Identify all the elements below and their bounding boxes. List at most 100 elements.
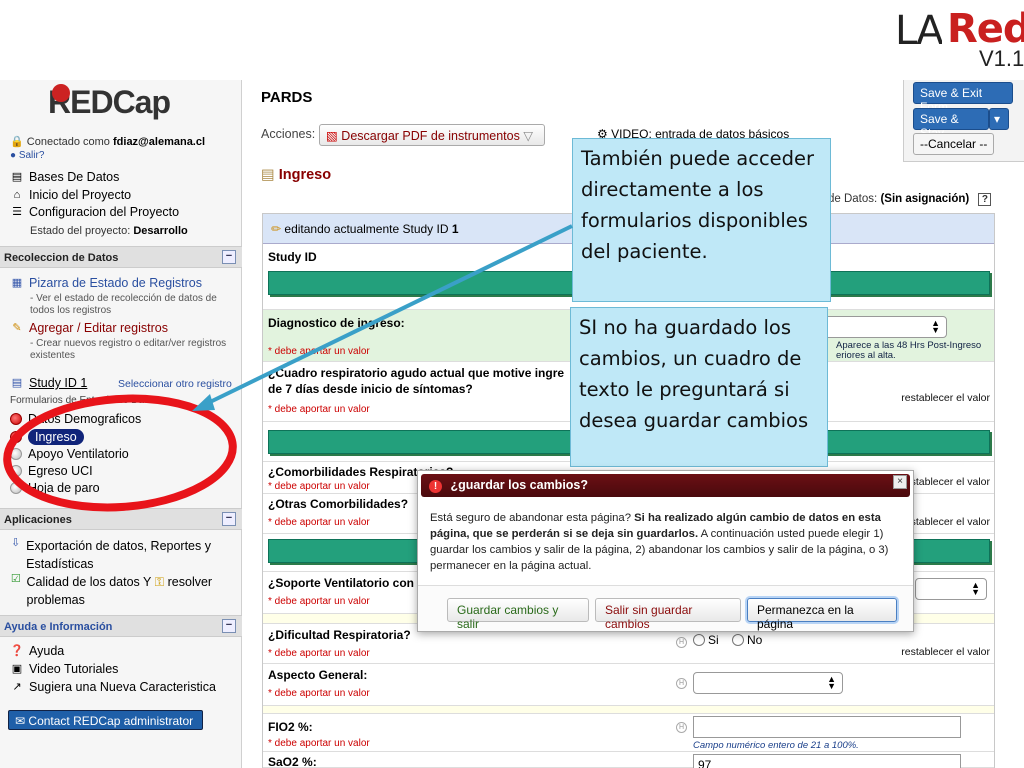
- field-label: de 7 días desde inicio de síntomas?: [268, 382, 473, 396]
- record-icon: ▤: [11, 377, 23, 389]
- stay-on-page-button[interactable]: Permanezca en la página: [747, 598, 897, 631]
- reset-value-link[interactable]: restablecer el valor: [901, 646, 990, 658]
- form-label: Datos Demograficos: [28, 412, 142, 426]
- required-note: * debe aportar un valor: [268, 688, 370, 699]
- form-title-label: Ingreso: [278, 167, 332, 183]
- editing-label: editando actualmente Study ID: [284, 222, 449, 236]
- form-label-active: Ingreso: [28, 429, 84, 445]
- field-label: FIO2 %:: [268, 720, 313, 734]
- sidebar-item-label: Exportación de datos, Reportes y Estadís…: [26, 539, 211, 571]
- reset-value-link[interactable]: restablecer el valor: [901, 516, 990, 528]
- film-icon: ▣: [11, 663, 23, 675]
- reset-value-link[interactable]: restablecer el valor: [901, 476, 990, 488]
- required-note: * debe aportar un valor: [268, 346, 370, 357]
- assignment-label: de Datos:: [828, 193, 878, 205]
- fio2-input[interactable]: [693, 716, 961, 738]
- bullet-icon: ●: [10, 150, 17, 161]
- history-icon[interactable]: H: [676, 678, 687, 689]
- required-note: * debe aportar un valor: [268, 481, 370, 492]
- radio-no[interactable]: [732, 634, 745, 646]
- select-other-record-link[interactable]: Seleccionar otro registro: [118, 378, 232, 390]
- sidebar-item-label: Sugiera una Nueva Caracteristica: [29, 680, 216, 694]
- sidebar-item-export[interactable]: ⇩ Exportación de datos, Reportes y Estad…: [10, 537, 230, 573]
- forms-label: Formularios de Entrada de Datos:: [10, 395, 161, 406]
- caret-down-icon: ▾: [994, 112, 1001, 126]
- status-incomplete-icon: [10, 431, 22, 443]
- pencil-icon: ✏: [271, 222, 282, 236]
- save-and-exit-button[interactable]: Guardar cambios y salir: [447, 598, 589, 631]
- history-icon[interactable]: H: [676, 722, 687, 733]
- radio-si-label: Si: [708, 633, 719, 647]
- select-arrows-icon: ▲ ▼: [931, 318, 940, 335]
- dialog-text-1: Está seguro de abandonar esta página?: [430, 512, 631, 524]
- lared-version: V1.1: [979, 46, 1024, 71]
- assignment-value: (Sin asignación): [880, 193, 970, 205]
- sidebar-item-videos[interactable]: ▣ Video Tutoriales: [10, 662, 119, 676]
- sidebar-item-project-home[interactable]: ⌂ Inicio del Proyecto: [10, 188, 131, 202]
- sidebar-item-add-edit[interactable]: ✎ Agregar / Editar registros: [10, 321, 168, 335]
- save-stay-button[interactable]: Save & Stay: [913, 108, 989, 140]
- pdf-icon: ▧: [326, 129, 338, 143]
- history-icon[interactable]: H: [676, 637, 687, 648]
- download-pdf-button[interactable]: ▧ Descargar PDF de instrumentos ▽: [319, 124, 545, 146]
- home-icon: ⌂: [13, 189, 21, 201]
- radio-no-label: No: [747, 633, 763, 647]
- database-icon: ▤: [11, 171, 23, 183]
- chevron-down-icon: ▽: [523, 129, 533, 143]
- diagnostico-select[interactable]: ▲ ▼: [823, 316, 947, 338]
- save-changes-dialog: ! ¿guardar los cambios? × Está seguro de…: [417, 470, 914, 632]
- sidebar-item-label: Video Tutoriales: [29, 662, 119, 676]
- save-exit-button[interactable]: Save & Exit Form: [913, 82, 1013, 114]
- aspecto-select[interactable]: ▲ ▼: [693, 672, 843, 694]
- sidebar-item-label: Configuracion del Proyecto: [29, 205, 180, 219]
- warning-icon: !: [429, 480, 442, 493]
- form-item-apoyo-ventilatorio[interactable]: Apoyo Ventilatorio: [10, 447, 129, 461]
- export-icon: ⇩: [10, 537, 21, 549]
- editing-id: 1: [451, 222, 459, 236]
- contact-admin-button[interactable]: ✉ Contact REDCap administrator: [8, 710, 203, 730]
- collapse-toggle-icon[interactable]: −: [222, 250, 236, 264]
- dashboard-description: - Ver el estado de recolección de datos …: [30, 293, 217, 316]
- dialog-header: ! ¿guardar los cambios?: [421, 474, 910, 497]
- sao2-input[interactable]: 97: [693, 754, 961, 768]
- exit-without-saving-button[interactable]: Salir sin guardar cambios: [595, 598, 741, 631]
- reset-value-link[interactable]: restablecer el valor: [901, 392, 990, 404]
- cancel-button[interactable]: --Cancelar --: [913, 133, 995, 155]
- save-panel: Save & Exit Form Save & Stay ▾ --Cancela…: [903, 80, 1024, 162]
- table-row: FIO2 %: * debe aportar un valor H Campo …: [263, 714, 994, 752]
- sidebar-item-databases[interactable]: ▤ Bases De Datos: [10, 170, 120, 184]
- connected-label: Conectado como: [26, 136, 110, 148]
- collapse-toggle-icon[interactable]: −: [222, 619, 236, 633]
- current-record[interactable]: ▤ Study ID 1: [10, 376, 88, 390]
- form-item-ingreso[interactable]: Ingreso: [10, 429, 84, 445]
- project-status: Estado del proyecto: Desarrollo: [30, 225, 188, 237]
- field-hint: Campo numérico entero de 21 a 100%.: [693, 740, 859, 751]
- redcap-logo[interactable]: REDCap: [48, 84, 188, 124]
- sidebar-item-dashboard[interactable]: ▦ Pizarra de Estado de Registros: [10, 276, 202, 290]
- logout-link[interactable]: ● Salir?: [10, 150, 44, 161]
- required-note: * debe aportar un valor: [268, 517, 370, 528]
- section-title: Aplicaciones: [4, 514, 72, 526]
- sidebar-item-help[interactable]: ❓ Ayuda: [10, 644, 64, 658]
- close-icon[interactable]: ×: [893, 475, 907, 489]
- save-options-dropdown[interactable]: ▾: [989, 108, 1009, 130]
- soporte-select[interactable]: ▲ ▼: [915, 578, 987, 600]
- sidebar-item-quality[interactable]: ☑ Calidad de los datos Y ⚿ resolver prob…: [10, 573, 230, 609]
- status-empty-icon: [10, 448, 22, 460]
- form-item-egreso-uci[interactable]: Egreso UCI: [10, 464, 93, 478]
- field-label: ¿Otras Comorbilidades?: [268, 497, 409, 511]
- sidebar-item-suggest[interactable]: ↗ Sugiera una Nueva Caracteristica: [10, 680, 216, 694]
- help-icon[interactable]: ?: [978, 193, 992, 206]
- sidebar-item-project-setup[interactable]: ☰ Configuracion del Proyecto: [10, 205, 179, 219]
- key-icon: ⚿: [154, 575, 165, 589]
- external-link-icon: ↗: [12, 681, 22, 693]
- form-item-datos-demograficos[interactable]: Datos Demograficos: [10, 412, 141, 426]
- status-empty-icon: [10, 465, 22, 477]
- actions-label: Acciones:: [261, 127, 316, 141]
- form-item-hoja-de-paro[interactable]: Hoja de paro: [10, 481, 100, 495]
- mail-icon: ✉: [15, 714, 26, 728]
- radio-si[interactable]: [693, 634, 705, 646]
- collapse-toggle-icon[interactable]: −: [222, 512, 236, 526]
- form-label: Apoyo Ventilatorio: [28, 447, 129, 461]
- project-title: PARDS: [261, 89, 313, 106]
